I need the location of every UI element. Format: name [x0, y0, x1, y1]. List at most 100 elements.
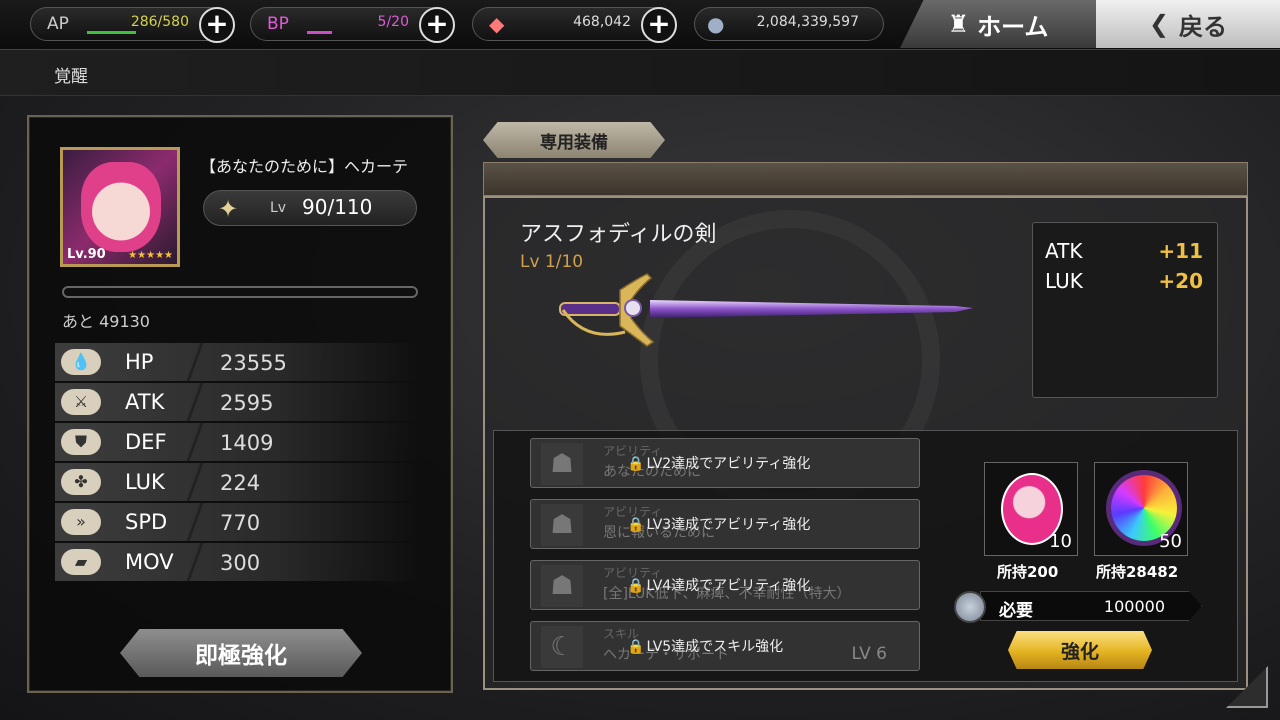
stat-name: DEF	[125, 430, 167, 454]
stat-name: HP	[125, 350, 154, 374]
portrait-face	[81, 162, 161, 252]
back-button[interactable]: ❮ 戻る	[1096, 0, 1280, 48]
level-box: ✦ Lv 90/110	[203, 190, 417, 226]
enhance-button-label: 強化	[1060, 640, 1099, 663]
clover-icon: ✤	[61, 469, 101, 495]
stat-value: 2595	[220, 391, 274, 415]
tab-exclusive-equipment[interactable]: 専用装備	[483, 122, 665, 158]
stat-name: LUK	[125, 470, 165, 494]
ap-value: 286/580	[130, 14, 189, 30]
exp-bar	[62, 286, 418, 298]
ability-row[interactable]: ☾スキルヘカーテ・サポートLV5達成でスキル強化LV 6	[530, 621, 920, 671]
shield-icon: ⛊	[61, 429, 101, 455]
awaken-icon: ✦	[217, 195, 239, 223]
ap-bar	[87, 31, 137, 34]
crystal-counter: ◆ 468,042 +	[472, 7, 677, 43]
equipment-header-bar	[483, 162, 1248, 196]
exp-remaining: あと 49130	[62, 312, 150, 331]
crystal-icon: ◆	[489, 12, 505, 36]
character-portrait[interactable]: Lv.90 ★★★★★	[60, 147, 180, 267]
page-title: 覚醒	[54, 67, 88, 87]
stat-divider	[185, 543, 205, 581]
level-value: 90/110	[302, 195, 373, 219]
portrait-level: Lv.90	[67, 247, 106, 262]
bp-value: 5/20	[377, 14, 409, 30]
bonus-stat-value: +11	[1158, 239, 1203, 263]
ability-row[interactable]: ☗アビリティ恩に報いるためにLV3達成でアビリティ強化	[530, 499, 920, 549]
stat-value: 770	[220, 511, 261, 535]
stat-row-atk: ⚔ ATK 2595	[55, 383, 420, 421]
bp-label: BP	[267, 14, 289, 34]
stat-divider	[185, 343, 205, 381]
stat-divider	[185, 503, 205, 541]
lock-message: LV2達成でアビリティ強化	[627, 453, 810, 473]
bp-gauge: BP 5/20 +	[250, 7, 455, 43]
coin-counter: ● 2,084,339,597	[694, 7, 884, 41]
owned-count: 所持200	[997, 563, 1059, 581]
bonus-stat-value: +20	[1158, 269, 1203, 293]
material-count: 50	[1159, 531, 1182, 552]
required-value: 100000	[1103, 597, 1165, 616]
material-count: 10	[1049, 531, 1072, 552]
coin-icon	[954, 591, 986, 623]
instant-button-label: 即極強化	[195, 643, 287, 669]
material-slot-orb[interactable]: 50	[1094, 462, 1188, 556]
stat-row-def: ⛊ DEF 1409	[55, 423, 420, 461]
coin-value: 2,084,339,597	[756, 14, 859, 30]
owned-count: 所持28482	[1096, 563, 1179, 581]
stat-row-mov: ▰ MOV 300	[55, 543, 420, 581]
ability-level: LV 6	[851, 644, 887, 664]
crystal-plus-button[interactable]: +	[641, 7, 677, 43]
boot-icon: ▰	[61, 549, 101, 575]
chevron-left-icon: ❮	[1148, 10, 1170, 38]
crystal-value: 468,042	[573, 14, 631, 30]
bp-plus-button[interactable]: +	[419, 7, 455, 43]
speed-icon: »	[61, 509, 101, 535]
sword-icon: ⚔	[61, 389, 101, 415]
stat-row-spd: » SPD 770	[55, 503, 420, 541]
bonus-stat-name: ATK	[1045, 239, 1083, 263]
top-bar: AP 286/580 + BP 5/20 + ◆ 468,042 + ● 2,0…	[0, 0, 1280, 50]
enhance-button[interactable]: 強化	[1008, 631, 1152, 669]
stat-value: 1409	[220, 431, 274, 455]
equipment-bonus-box: ATK +11 LUK +20	[1032, 222, 1218, 398]
required-cost: 必要 100000	[980, 591, 1202, 621]
stat-value: 224	[220, 471, 261, 495]
stat-name: ATK	[125, 390, 165, 414]
bp-bar	[307, 31, 332, 34]
star-rating: ★★★★★	[128, 250, 173, 261]
home-label: ホーム	[977, 12, 1049, 41]
material-slot-shard[interactable]: 10	[984, 462, 1078, 556]
ability-row[interactable]: ☗アビリティあなたのためにLV2達成でアビリティ強化	[530, 438, 920, 488]
character-name: 【あなたのために】ヘカーテ	[200, 157, 409, 176]
weapon-level: Lv 1/10	[520, 252, 584, 272]
page-title-bar: 覚醒	[0, 50, 1280, 96]
coin-icon: ●	[707, 12, 725, 36]
stat-row-hp: 💧 HP 23555	[55, 343, 420, 381]
ability-icon: ☗	[541, 565, 583, 607]
level-prefix: Lv	[270, 200, 287, 216]
home-button[interactable]: ♜ ホーム	[900, 0, 1096, 48]
ability-icon: ☗	[541, 443, 583, 485]
stat-value: 300	[220, 551, 261, 575]
back-label: 戻る	[1179, 12, 1228, 41]
stat-name: SPD	[125, 510, 168, 534]
stat-row-luk: ✤ LUK 224	[55, 463, 420, 501]
stat-name: MOV	[125, 550, 174, 574]
instant-max-enhance-button[interactable]: 即極強化	[120, 629, 362, 677]
stat-divider	[185, 423, 205, 461]
ap-plus-button[interactable]: +	[199, 7, 235, 43]
ability-row[interactable]: ☗アビリティ[全]LUK低下、麻痺、不幸耐性（特大）LV4達成でアビリティ強化	[530, 560, 920, 610]
bonus-stat-name: LUK	[1045, 269, 1083, 293]
stat-divider	[185, 463, 205, 501]
stat-value: 23555	[220, 351, 287, 375]
ap-label: AP	[47, 14, 69, 34]
drop-icon: 💧	[61, 349, 101, 375]
required-label: 必要	[999, 601, 1033, 621]
weapon-name: アスフォディルの剣	[520, 222, 717, 247]
ap-gauge: AP 286/580 +	[30, 7, 235, 43]
lock-message: LV3達成でアビリティ強化	[627, 514, 810, 534]
tab-label: 専用装備	[540, 132, 608, 153]
ability-icon: ☗	[541, 504, 583, 546]
castle-icon: ♜	[947, 10, 970, 38]
